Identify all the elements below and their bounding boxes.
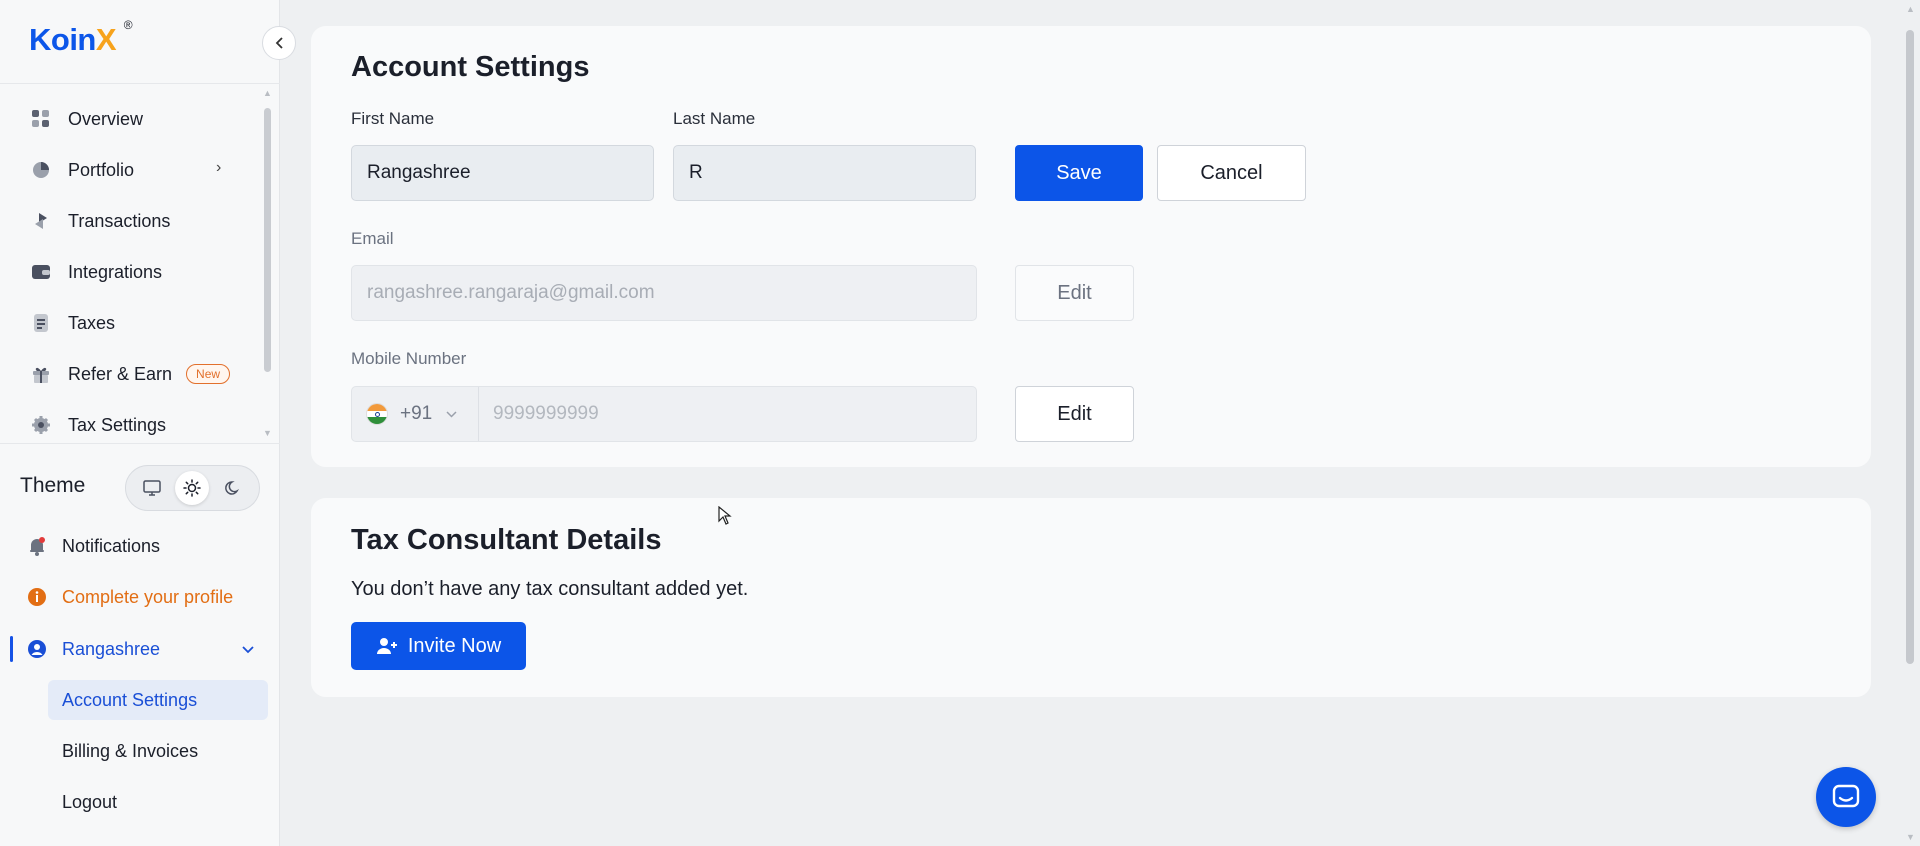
logo-row: KoinX ® [0, 0, 280, 84]
sidebar-item-label: Portfolio [68, 159, 135, 180]
monitor-icon[interactable] [135, 471, 169, 505]
theme-label: Theme [20, 474, 86, 497]
moon-icon[interactable] [216, 471, 250, 505]
sidebar: KoinX ® Overview Portfolio › Transactions [0, 0, 280, 846]
document-icon [30, 312, 52, 334]
sidebar-item-label: Overview [68, 108, 144, 129]
chevron-down-icon [446, 410, 457, 418]
notifications-item[interactable]: Notifications [26, 528, 160, 564]
sidebar-item-tax-settings[interactable]: Tax Settings [30, 407, 166, 443]
account-settings-card: Account Settings First Name Rangashree L… [310, 25, 1872, 468]
chat-icon [1832, 784, 1860, 808]
theme-switcher[interactable] [125, 465, 260, 511]
email-input: rangashree.rangaraja@gmail.com [351, 265, 977, 321]
tax-consultant-title: Tax Consultant Details [351, 524, 662, 556]
page-scroll-up-arrow[interactable]: ▲ [1906, 4, 1915, 14]
submenu-billing-invoices[interactable]: Billing & Invoices [48, 731, 268, 771]
grid-icon [30, 108, 52, 130]
cancel-button[interactable]: Cancel [1157, 145, 1306, 201]
sidebar-item-overview[interactable]: Overview [30, 101, 143, 137]
gift-icon [30, 363, 52, 385]
sidebar-item-refer-earn[interactable]: Refer & Earn New [30, 356, 231, 392]
invite-now-button[interactable]: Invite Now [351, 622, 526, 670]
sidebar-nav: Overview Portfolio › Transactions Integr… [0, 85, 280, 443]
new-badge: New [186, 364, 231, 384]
country-code: +91 [400, 403, 433, 424]
mouse-cursor-icon [718, 505, 732, 531]
user-avatar-icon [26, 638, 48, 660]
scroll-down-arrow[interactable]: ▼ [263, 428, 272, 438]
page-title: Account Settings [351, 51, 590, 83]
page-scrollbar[interactable] [1906, 30, 1914, 664]
sidebar-item-portfolio[interactable]: Portfolio [30, 152, 240, 188]
india-flag-icon [366, 403, 388, 425]
first-name-input[interactable]: Rangashree [351, 145, 654, 201]
sidebar-item-label: Tax Settings [68, 414, 167, 435]
bell-icon [26, 535, 48, 557]
gear-icon [30, 414, 52, 436]
chevron-down-icon[interactable] [242, 641, 254, 657]
sun-icon[interactable] [175, 471, 210, 505]
sidebar-item-label: Refer & Earn [68, 363, 173, 384]
transactions-icon [30, 210, 52, 232]
scroll-up-arrow[interactable]: ▲ [263, 88, 272, 98]
user-name: Rangashree [62, 638, 161, 659]
tax-consultant-card: Tax Consultant Details You don’t have an… [310, 497, 1872, 698]
chat-launcher-button[interactable] [1816, 767, 1876, 827]
last-name-input[interactable]: R [673, 145, 976, 201]
add-user-icon [376, 638, 397, 654]
chevron-left-icon [275, 37, 283, 49]
user-menu[interactable]: Rangashree [26, 631, 160, 667]
invite-now-label: Invite Now [407, 634, 502, 657]
sidebar-item-transactions[interactable]: Transactions [30, 203, 170, 239]
last-name-label: Last Name [673, 109, 756, 128]
email-label: Email [351, 229, 394, 248]
mobile-number-input: 9999999999 [493, 403, 599, 424]
save-button[interactable]: Save [1015, 145, 1143, 201]
sidebar-item-taxes[interactable]: Taxes [30, 305, 115, 341]
sidebar-item-integrations[interactable]: Integrations [30, 254, 162, 290]
complete-profile-label: Complete your profile [62, 586, 234, 607]
tax-consultant-empty-message: You don’t have any tax consultant added … [351, 578, 749, 600]
mobile-edit-button[interactable]: Edit [1015, 386, 1134, 442]
pie-chart-icon [30, 159, 52, 181]
wallet-icon [30, 261, 52, 283]
sidebar-item-label: Integrations [68, 261, 163, 282]
mobile-number-label: Mobile Number [351, 349, 467, 368]
sidebar-scrollbar[interactable] [264, 108, 271, 372]
notifications-label: Notifications [62, 535, 161, 556]
chevron-right-icon[interactable]: › [216, 159, 221, 177]
mobile-number-field: +91 9999999999 [351, 386, 977, 442]
sidebar-item-label: Taxes [68, 312, 116, 333]
sidebar-divider [0, 443, 280, 444]
sidebar-item-label: Transactions [68, 210, 171, 231]
info-icon [26, 586, 48, 608]
country-code-select[interactable]: +91 [352, 387, 479, 441]
submenu-account-settings[interactable]: Account Settings [48, 680, 268, 720]
koinx-logo[interactable]: KoinX ® [29, 18, 133, 58]
complete-profile-item[interactable]: Complete your profile [26, 579, 233, 615]
active-indicator [10, 636, 13, 662]
submenu-logout[interactable]: Logout [48, 782, 268, 822]
first-name-label: First Name [351, 109, 435, 128]
email-edit-button[interactable]: Edit [1015, 265, 1134, 321]
page-scroll-down-arrow[interactable]: ▼ [1906, 832, 1915, 842]
collapse-sidebar-button[interactable] [262, 26, 296, 60]
